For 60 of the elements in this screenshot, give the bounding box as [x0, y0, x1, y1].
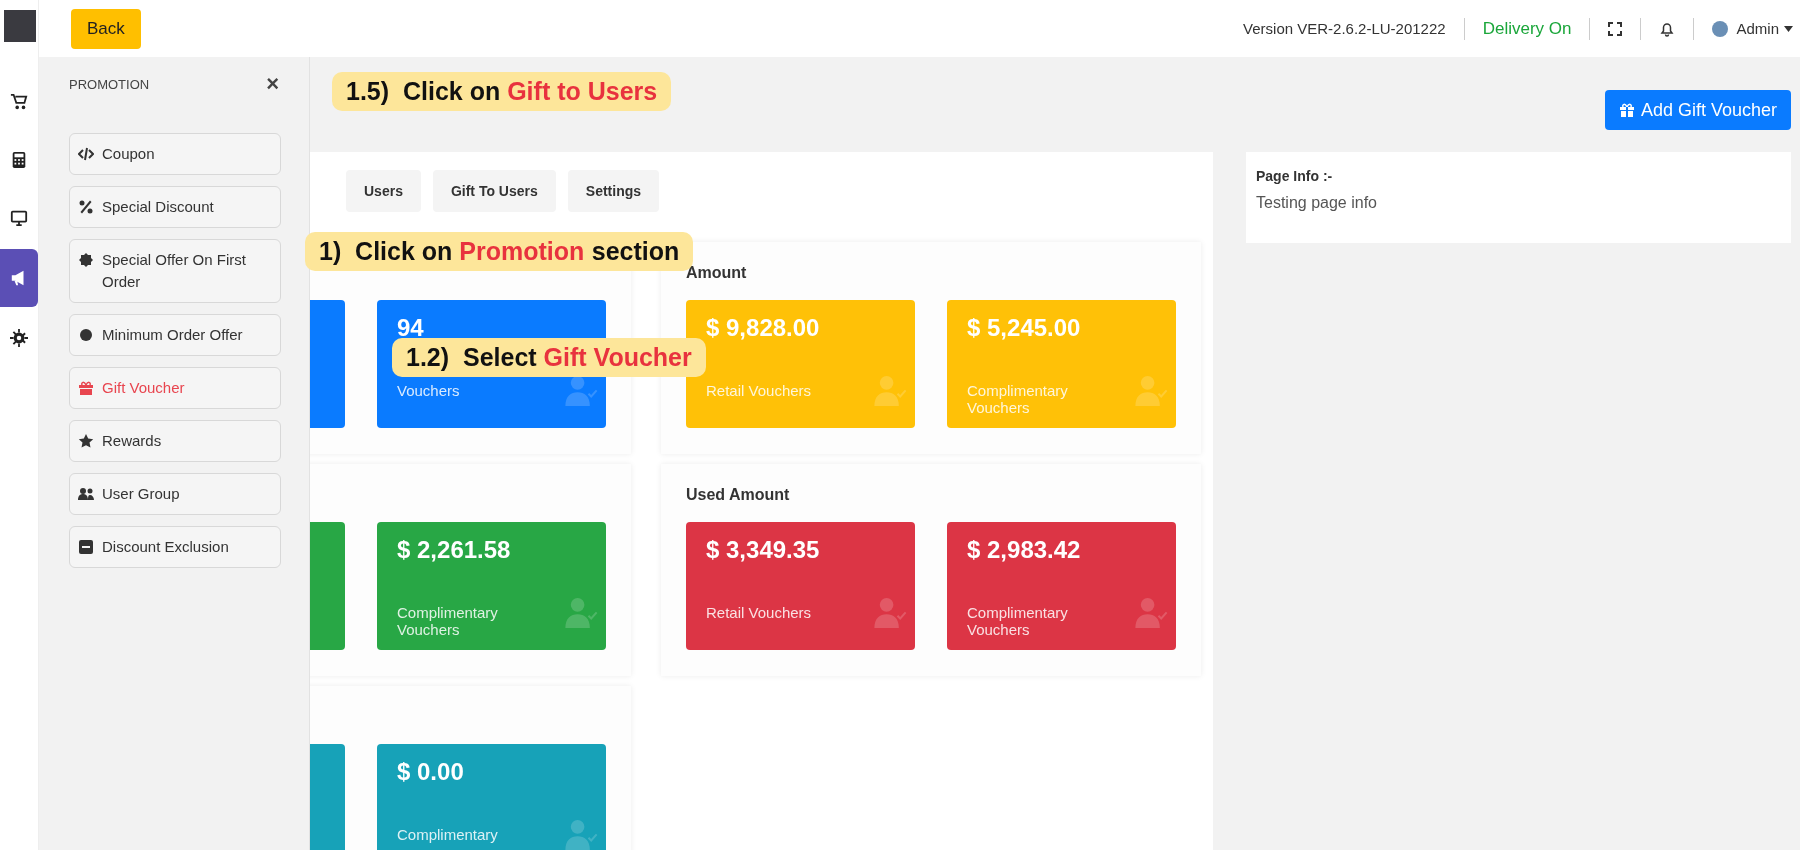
caret-icon — [1784, 25, 1793, 32]
user-check-icon — [564, 376, 598, 406]
stat-value: $ 2,983.42 — [967, 536, 1082, 565]
stat-label: Complimentary — [397, 826, 499, 843]
gift-icon — [78, 380, 94, 396]
stat-value: $ 3,349.35 — [706, 536, 821, 565]
instruction-callout: 1.2) Select Gift Voucher — [392, 338, 706, 377]
user-check-icon — [1134, 376, 1168, 406]
fullscreen-icon[interactable] — [1608, 21, 1623, 36]
menu-title: PROMOTION — [69, 76, 150, 92]
users-icon — [78, 486, 94, 502]
minus-square-icon — [78, 539, 94, 555]
stat-value: $ 0.00 — [397, 758, 465, 787]
tab[interactable]: Settings — [567, 170, 660, 212]
user-check-icon — [873, 376, 907, 406]
stat-label: Retail Vouchers — [706, 604, 813, 621]
menu-item[interactable]: Discount Exclusion — [69, 526, 281, 568]
bell-icon[interactable] — [1659, 20, 1676, 37]
user-check-icon — [564, 598, 598, 628]
user-check-icon — [1134, 598, 1168, 628]
section-title: Used Amount — [686, 486, 791, 505]
user-check-icon — [873, 598, 907, 628]
stat-value: $ 5,245.00 — [967, 314, 1082, 343]
menu-item[interactable]: Coupon — [69, 133, 281, 175]
calculator-icon — [10, 151, 28, 169]
cart-icon — [10, 93, 28, 111]
menu-item[interactable]: User Group — [69, 473, 281, 515]
menu-item[interactable]: Rewards — [69, 420, 281, 462]
tab[interactable]: Users — [346, 170, 421, 212]
user-check-icon — [564, 820, 598, 850]
menu-item[interactable]: Minimum Order Offer — [69, 314, 281, 356]
percent-icon — [78, 199, 94, 215]
tab[interactable]: Gift To Users — [432, 170, 556, 212]
gift-icon — [1618, 102, 1635, 118]
page-info-text: Testing page info — [1256, 194, 1378, 212]
code-icon — [78, 146, 94, 162]
star-icon — [78, 433, 94, 449]
stat-label: Retail Vouchers — [706, 382, 813, 399]
menu-item[interactable]: Gift Voucher — [69, 367, 281, 409]
add-gift-voucher-button[interactable]: Add Gift Voucher — [1604, 90, 1791, 130]
menu-item[interactable]: Special Offer On First Order — [69, 239, 281, 303]
instruction-callout: 1.5) Click on Gift to Users — [332, 72, 672, 111]
user-menu[interactable]: Admin — [1736, 20, 1793, 37]
logo-icon — [4, 10, 36, 42]
stat-label: Complimentary Vouchers — [967, 604, 1069, 638]
dot-icon — [78, 327, 94, 343]
stat-label: Complimentary Vouchers — [397, 604, 499, 638]
monitor-icon — [10, 209, 28, 227]
stat-value: $ 2,261.58 — [397, 536, 512, 565]
version-label: Version VER-2.6.2-LU-201222 — [1243, 20, 1446, 37]
stat-value: $ 9,828.00 — [706, 314, 821, 343]
back-button[interactable]: Back — [71, 8, 141, 49]
gear-icon — [10, 329, 28, 347]
close-button[interactable]: × — [266, 73, 279, 95]
menu-item[interactable]: Special Discount — [69, 186, 281, 228]
stat-label: Complimentary Vouchers — [967, 382, 1069, 416]
page-info-title: Page Info :- — [1256, 168, 1334, 184]
avatar-icon[interactable] — [1712, 20, 1729, 37]
stat-label: Vouchers — [397, 382, 461, 399]
badge-icon — [78, 252, 94, 268]
